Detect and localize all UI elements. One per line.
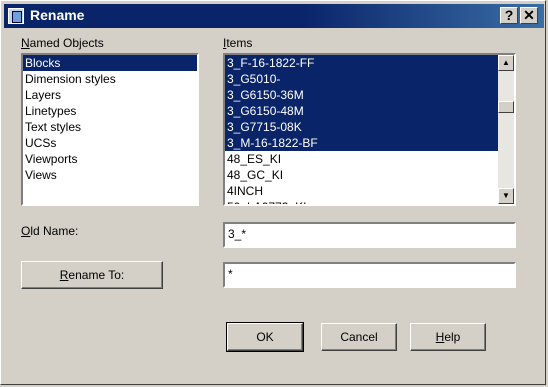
items-list-item[interactable]: 3_M-16-1822-BF xyxy=(225,135,498,151)
named-object-item[interactable]: UCSs xyxy=(23,135,197,151)
named-object-item[interactable]: Layers xyxy=(23,87,197,103)
up-arrow-icon: ▲ xyxy=(502,58,510,67)
close-button[interactable]: ✕ xyxy=(520,7,538,24)
items-list[interactable]: 3_F-16-1822-FF 3_G5010- 3_G6150-36M 3_G6150… xyxy=(223,53,516,206)
old-name-field[interactable]: 3_* xyxy=(223,222,516,248)
items-list-item[interactable]: 4INCH xyxy=(225,183,498,199)
items-list-item[interactable]: 3_G7715-08K xyxy=(225,119,498,135)
named-object-item[interactable]: Text styles xyxy=(23,119,197,135)
down-arrow-icon: ▼ xyxy=(502,191,510,200)
window-title: Rename xyxy=(30,7,85,23)
items-list-item[interactable]: 3_G6150-48M xyxy=(225,103,498,119)
items-list-item[interactable]: 48_ES_KI xyxy=(225,151,498,167)
named-object-item[interactable]: Dimension styles xyxy=(23,71,197,87)
title-bar[interactable]: Rename ? ✕ xyxy=(4,4,544,28)
old-name-label: Old Name: xyxy=(21,224,79,238)
items-list-item[interactable]: 50_LA0773_KI xyxy=(225,199,498,204)
ok-button[interactable]: OK xyxy=(226,322,304,352)
named-objects-label: Named Objects xyxy=(21,36,104,50)
question-icon: ? xyxy=(504,7,514,23)
help-button[interactable]: Help xyxy=(410,323,486,351)
named-objects-list[interactable]: Blocks Dimension styles Layers Linetypes Tex… xyxy=(21,53,199,206)
rename-dialog: Rename ? ✕ Named Objects Blocks Dimension… xyxy=(0,0,546,385)
app-icon xyxy=(8,8,24,24)
items-list-item[interactable]: 3_G5010- xyxy=(225,71,498,87)
scroll-thumb[interactable] xyxy=(498,101,514,113)
items-list-item[interactable]: 3_G6150-36M xyxy=(225,87,498,103)
named-object-item[interactable]: Views xyxy=(23,167,197,183)
help-title-button[interactable]: ? xyxy=(500,7,518,24)
named-object-item[interactable]: Linetypes xyxy=(23,103,197,119)
scroll-up-button[interactable]: ▲ xyxy=(498,55,514,71)
named-object-item[interactable]: Viewports xyxy=(23,151,197,167)
scroll-down-button[interactable]: ▼ xyxy=(498,188,514,204)
items-list-item[interactable]: 48_GC_KI xyxy=(225,167,498,183)
items-list-item[interactable]: 3_F-16-1822-FF xyxy=(225,55,498,71)
items-label: Items xyxy=(223,36,253,50)
cancel-button[interactable]: Cancel xyxy=(321,323,397,351)
named-object-item[interactable]: Blocks xyxy=(23,55,197,71)
items-scrollbar[interactable]: ▲ ▼ xyxy=(498,55,514,204)
rename-to-field[interactable]: * xyxy=(223,262,516,288)
rename-to-button[interactable]: Rename To: xyxy=(21,261,163,289)
close-icon: ✕ xyxy=(523,7,535,23)
